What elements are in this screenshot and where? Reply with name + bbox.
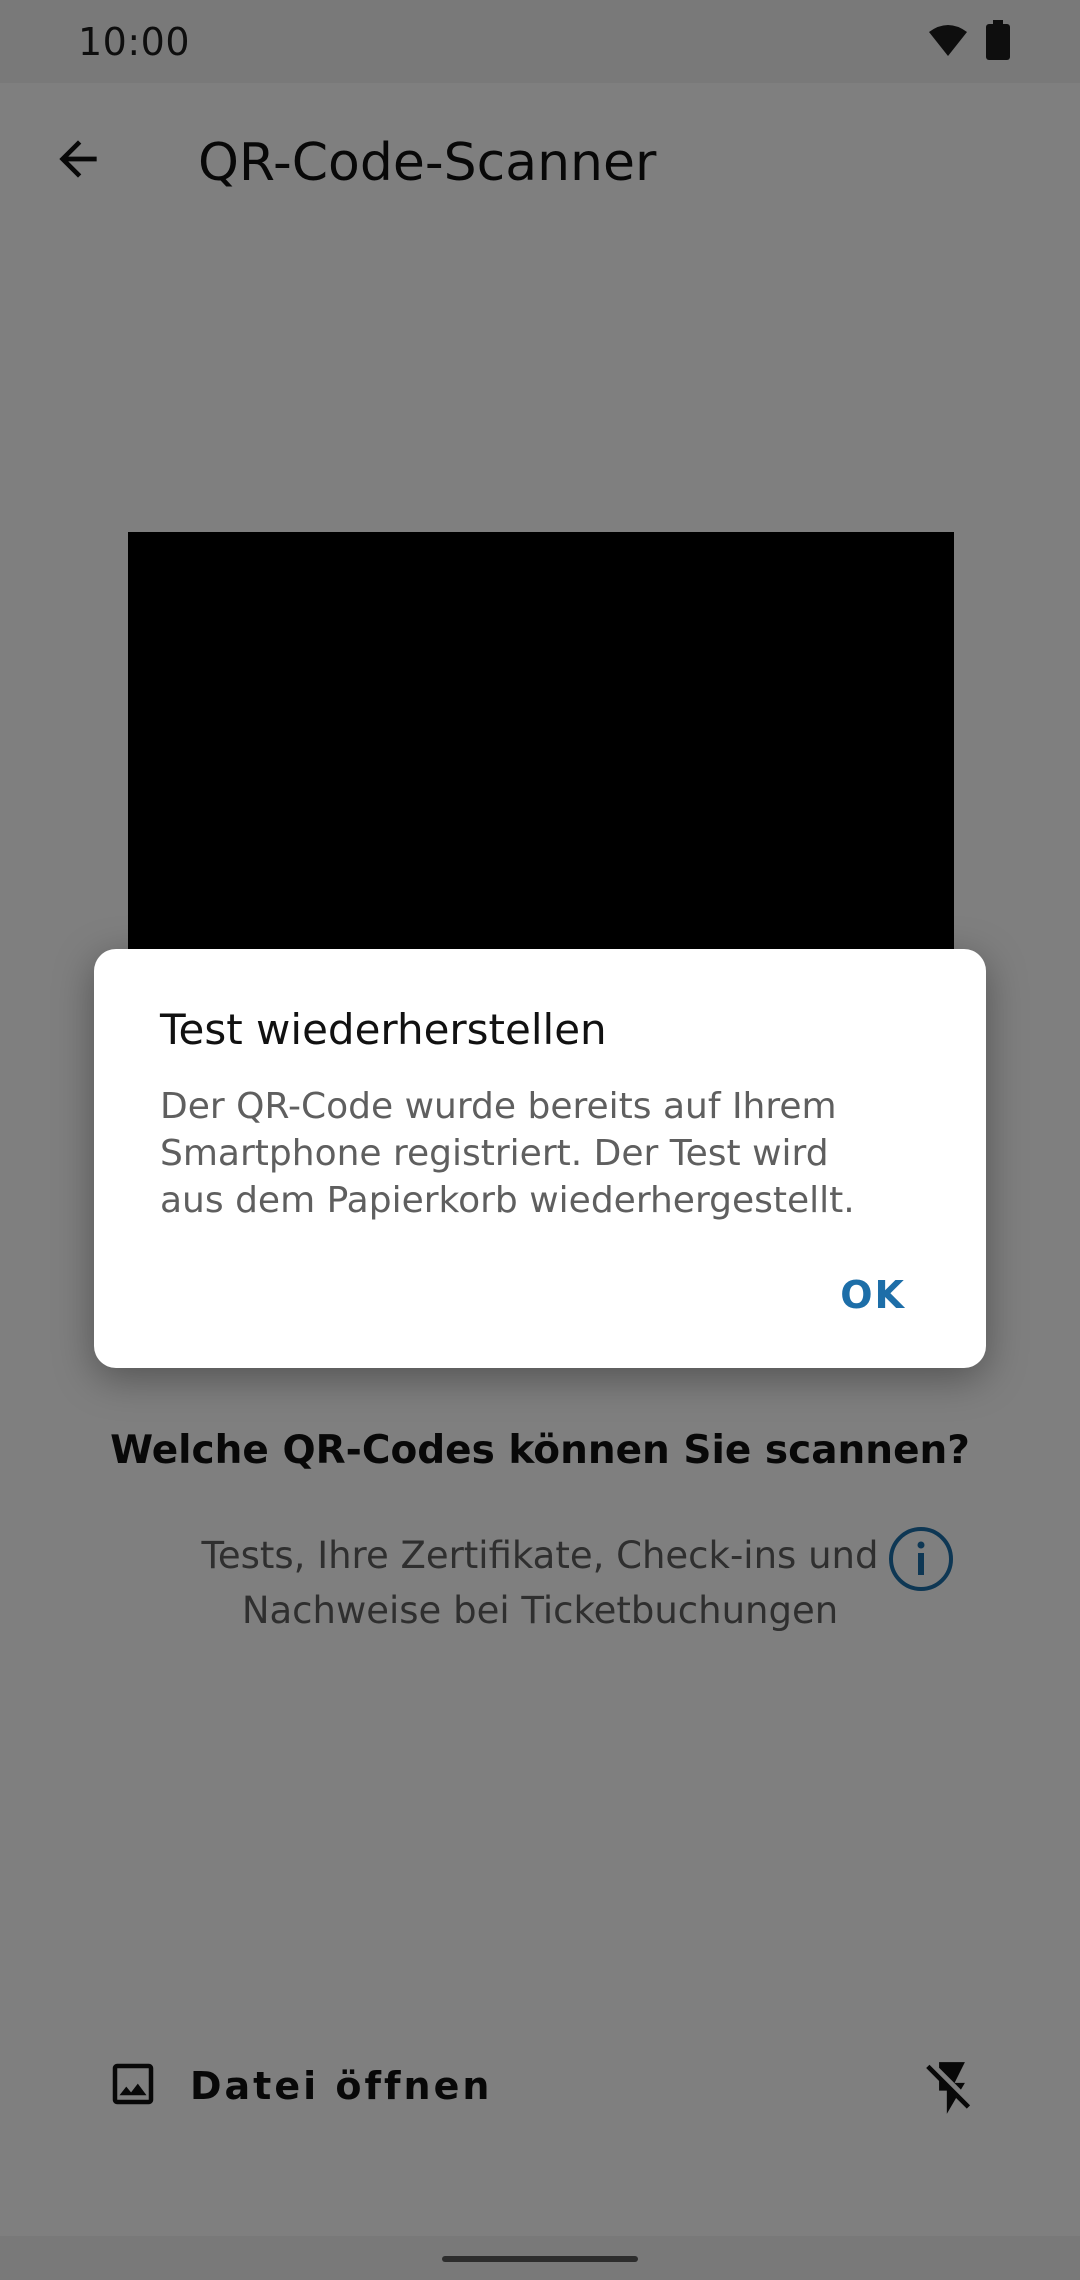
dialog-message: Der QR-Code wurde bereits auf Ihrem Smar… (160, 1086, 855, 1221)
ok-button[interactable]: OK (820, 1263, 926, 1327)
dialog-title: Test wiederherstellen (160, 1005, 607, 1054)
screen: 10:00 QR-Code-Scanner Welche QR-Codes kö… (0, 0, 1080, 2280)
restore-test-dialog: Test wiederherstellen Der QR-Code wurde … (94, 949, 986, 1368)
